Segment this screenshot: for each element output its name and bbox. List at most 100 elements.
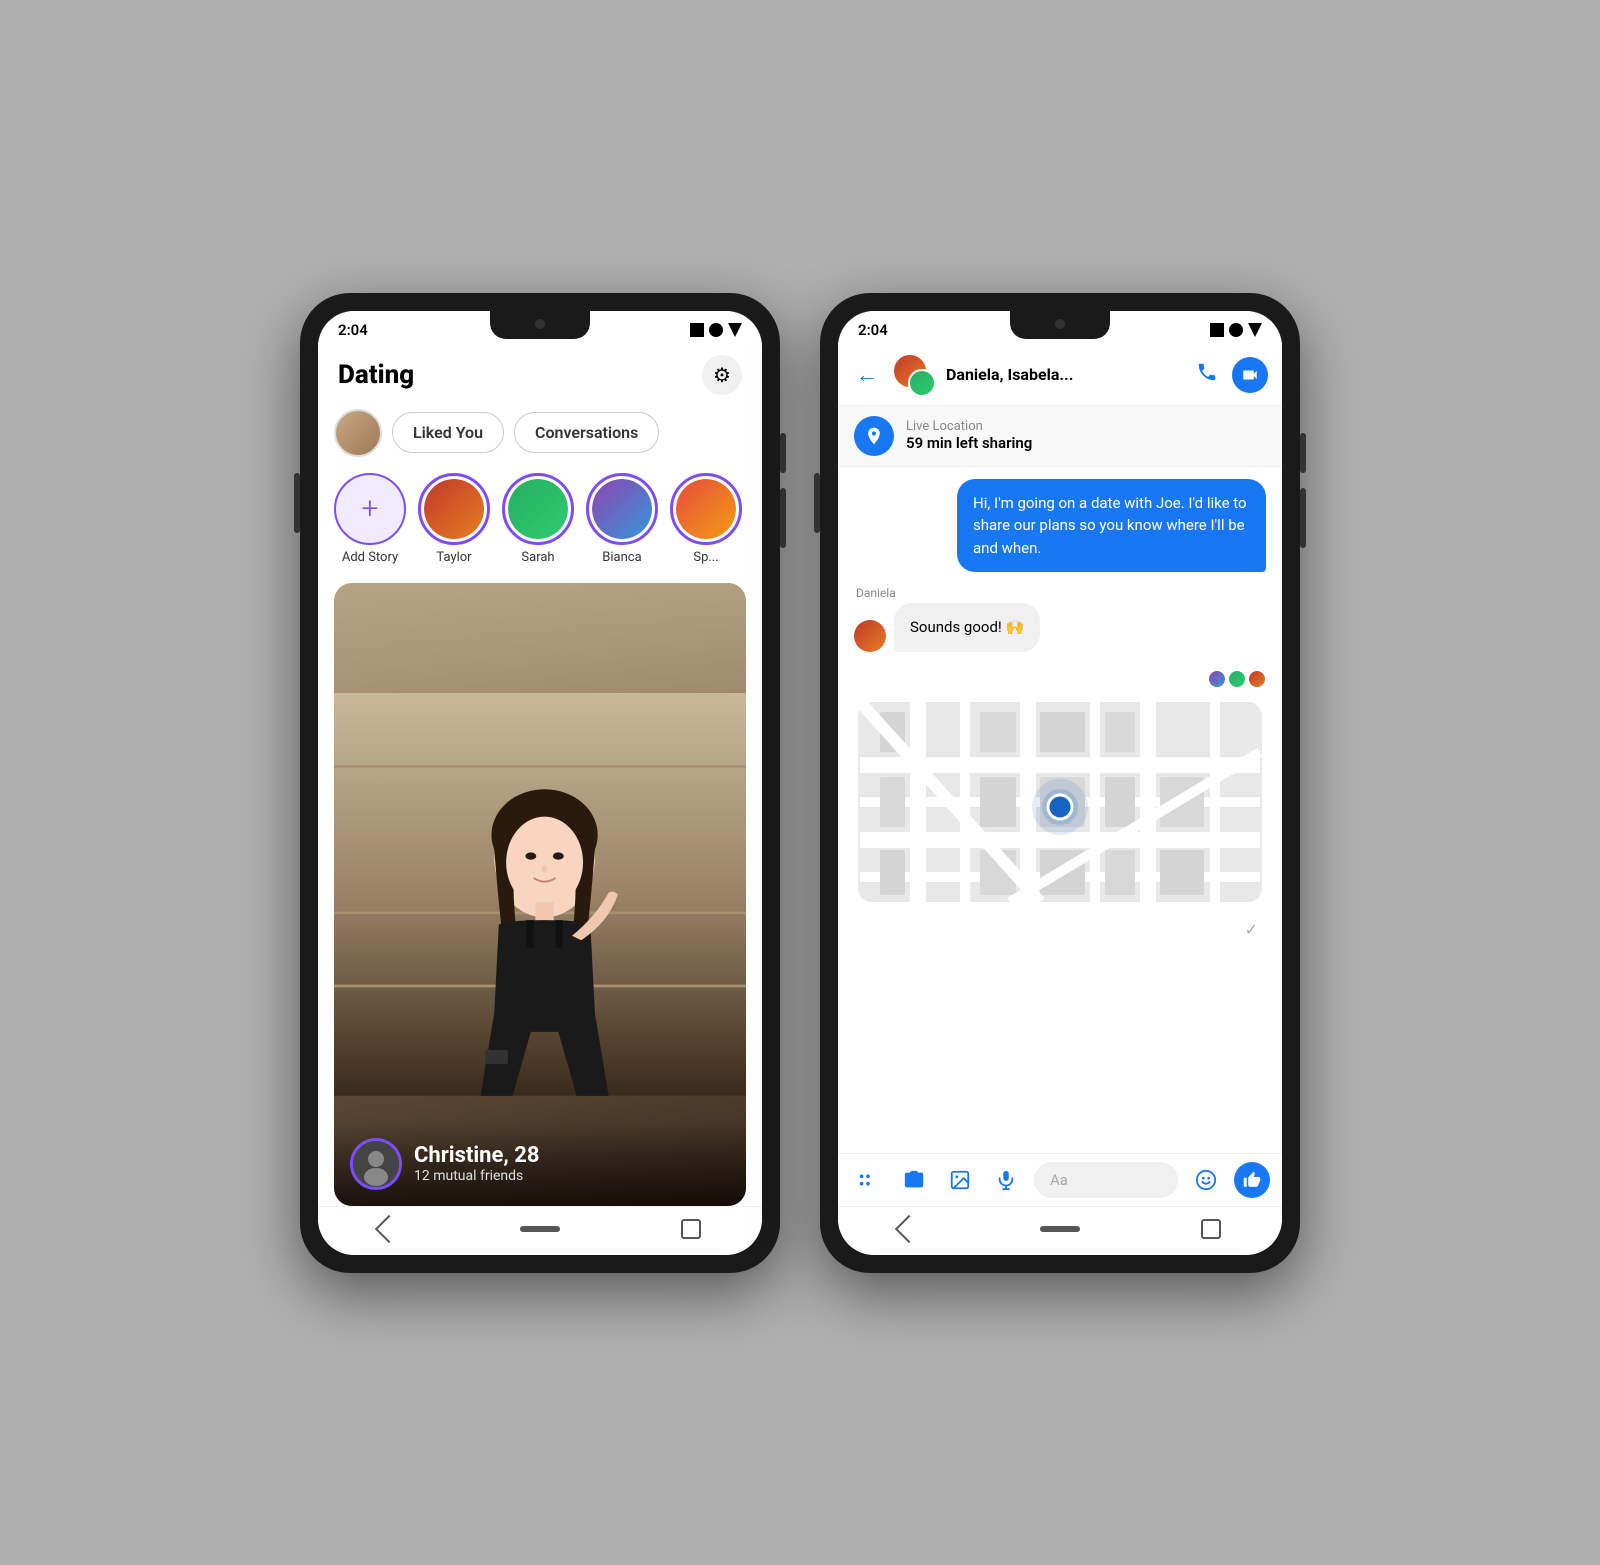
receipt-avatar-2 <box>1228 670 1246 688</box>
back-button[interactable]: ← <box>852 358 882 392</box>
power-button <box>294 473 300 533</box>
tabs-row: Liked You Conversations <box>318 403 762 463</box>
story-circle-bianca[interactable] <box>586 473 658 545</box>
nav-back-button-2[interactable] <box>895 1214 923 1242</box>
camera-dot-2 <box>1055 319 1065 329</box>
story-inner-taylor <box>424 479 484 539</box>
add-story-item[interactable]: + Add Story <box>334 473 406 565</box>
story-sp[interactable]: Sp... <box>670 473 742 565</box>
volume-up-button <box>1300 433 1306 473</box>
nav-recents-button[interactable] <box>681 1219 701 1239</box>
story-circle-taylor[interactable] <box>418 473 490 545</box>
wifi-icon <box>709 323 723 337</box>
nav-home-button[interactable] <box>520 1226 560 1232</box>
avatar-isabela <box>908 369 936 397</box>
bottom-navigation <box>318 1206 762 1255</box>
story-bianca[interactable]: Bianca <box>586 473 658 565</box>
battery-icon <box>728 323 742 337</box>
emoji-button[interactable] <box>1188 1162 1224 1198</box>
like-send-button[interactable] <box>1234 1162 1270 1198</box>
story-circle-sp[interactable] <box>670 473 742 545</box>
live-location-text: Live Location 59 min left sharing <box>906 419 1032 452</box>
camera-notch-2 <box>1010 311 1110 339</box>
outgoing-message: Hi, I'm going on a date with Joe. I'd li… <box>957 479 1266 573</box>
story-label-bianca: Bianca <box>602 550 641 565</box>
message-text-input[interactable]: Aa <box>1034 1162 1178 1198</box>
power-button <box>814 473 820 533</box>
more-options-button[interactable] <box>850 1162 886 1198</box>
video-call-button[interactable] <box>1232 357 1268 393</box>
location-icon <box>854 416 894 456</box>
nav-recents-button-2[interactable] <box>1201 1219 1221 1239</box>
story-label-sp: Sp... <box>693 550 718 565</box>
conversation-avatar-group <box>892 353 936 397</box>
plus-icon: + <box>362 494 379 524</box>
profile-card[interactable]: Christine, 28 12 mutual friends <box>334 583 746 1206</box>
profile-info-text: Christine, 28 12 mutual friends <box>414 1143 540 1184</box>
profile-name: Christine, 28 <box>414 1143 540 1168</box>
profile-card-background <box>334 583 746 1206</box>
camera-button[interactable] <box>896 1162 932 1198</box>
story-circle-sarah[interactable] <box>502 473 574 545</box>
settings-button[interactable]: ⚙ <box>702 355 742 395</box>
message-sender-label: Daniela <box>854 586 1266 600</box>
profile-overlay-avatar <box>350 1138 402 1190</box>
liked-you-tab[interactable]: Liked You <box>392 412 504 453</box>
live-location-bar[interactable]: Live Location 59 min left sharing <box>838 406 1282 467</box>
story-sarah[interactable]: Sarah <box>502 473 574 565</box>
battery-icon-2 <box>1248 323 1262 337</box>
nav-back-button[interactable] <box>375 1214 403 1242</box>
profile-photo <box>334 583 746 1206</box>
messenger-action-buttons <box>1196 357 1268 393</box>
story-photo-taylor <box>424 479 484 539</box>
receipt-avatar-1 <box>1248 670 1266 688</box>
microphone-button[interactable] <box>988 1162 1024 1198</box>
nav-home-button-2[interactable] <box>1040 1226 1080 1232</box>
phone-messenger: 2:04 ← Daniela, Isabela... <box>820 293 1300 1273</box>
profile-sub: 12 mutual friends <box>414 1168 540 1184</box>
volume-down-button <box>780 488 786 548</box>
outgoing-bubble: Hi, I'm going on a date with Joe. I'd li… <box>957 479 1266 573</box>
dating-header: Dating ⚙ <box>318 345 762 403</box>
status-time: 2:04 <box>338 321 368 339</box>
story-label-taylor: Taylor <box>436 550 471 565</box>
story-photo-sp <box>676 479 736 539</box>
add-story-circle[interactable]: + <box>334 473 406 545</box>
dating-app-title: Dating <box>338 360 414 390</box>
sender-avatar <box>854 620 886 652</box>
phone-call-button[interactable] <box>1196 361 1218 388</box>
seen-check: ✓ <box>854 920 1266 939</box>
user-avatar[interactable] <box>334 409 382 457</box>
volume-down-button <box>1300 488 1306 548</box>
conversations-tab[interactable]: Conversations <box>514 412 659 453</box>
phone-dating: 2:04 Dating ⚙ Li <box>300 293 780 1273</box>
map-svg <box>858 702 1262 902</box>
conversation-name: Daniela, Isabela... <box>946 365 1186 384</box>
story-label-sarah: Sarah <box>521 550 554 565</box>
read-receipts <box>854 670 1266 688</box>
message-input-bar: Aa <box>838 1153 1282 1206</box>
image-button[interactable] <box>942 1162 978 1198</box>
messenger-header: ← Daniela, Isabela... <box>838 345 1282 406</box>
messenger-app-content: ← Daniela, Isabela... <box>838 345 1282 1206</box>
incoming-bubble: Sounds good! 🙌 <box>894 603 1040 652</box>
live-location-status: 59 min left sharing <box>906 434 1032 452</box>
signal-icon-2 <box>1210 323 1224 337</box>
camera-dot <box>535 319 545 329</box>
signal-icon <box>690 323 704 337</box>
gear-icon: ⚙ <box>713 363 731 387</box>
location-map[interactable] <box>858 702 1262 902</box>
volume-up-button <box>780 433 786 473</box>
story-inner-sp <box>676 479 736 539</box>
story-taylor[interactable]: Taylor <box>418 473 490 565</box>
chat-area: Hi, I'm going on a date with Joe. I'd li… <box>838 467 1282 1153</box>
story-inner-sarah <box>508 479 568 539</box>
story-photo-sarah <box>508 479 568 539</box>
incoming-message-inner: Sounds good! 🙌 <box>854 603 1266 652</box>
add-story-label: Add Story <box>342 550 398 565</box>
incoming-message-group: Daniela Sounds good! 🙌 <box>854 586 1266 652</box>
status-time-2: 2:04 <box>858 321 888 339</box>
story-inner-bianca <box>592 479 652 539</box>
story-photo-bianca <box>592 479 652 539</box>
map-background <box>858 702 1262 902</box>
